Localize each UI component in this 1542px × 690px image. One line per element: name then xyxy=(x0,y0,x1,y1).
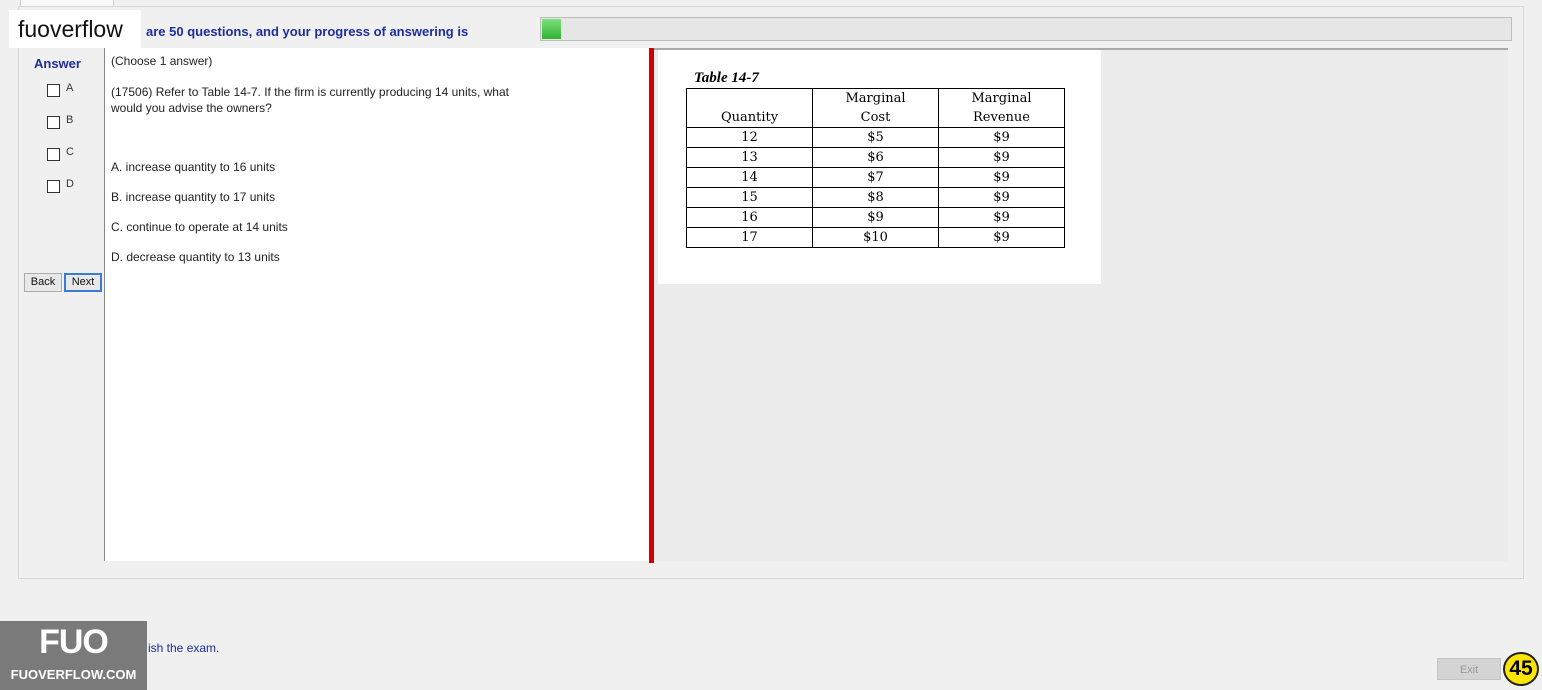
table-header-row: Quantity Marginal Cost Marginal Revenue xyxy=(686,88,1065,128)
question-text: (17506) Refer to Table 14-7. If the firm… xyxy=(111,85,509,115)
checkbox-b[interactable] xyxy=(47,116,60,129)
option-letter-a: A xyxy=(66,81,74,94)
question-answer-a: A. increase quantity to 16 units xyxy=(111,160,276,174)
back-button[interactable]: Back xyxy=(24,273,62,292)
table-caption: Table 14-7 xyxy=(694,70,759,86)
progress-text: are 50 questions, and your progress of a… xyxy=(146,24,469,39)
question-panel xyxy=(104,48,650,561)
header-quantity: Quantity xyxy=(686,88,813,128)
table-cell: 14 xyxy=(686,167,813,188)
table-cell: 16 xyxy=(686,207,813,228)
question-instruction: (Choose 1 answer) xyxy=(111,54,213,68)
answer-option-c[interactable]: C xyxy=(47,145,74,162)
table-cell: $8 xyxy=(812,187,939,208)
header-marginal-revenue: Marginal Revenue xyxy=(938,88,1065,128)
logo-big-text: FUO xyxy=(39,623,109,661)
option-letter-c: C xyxy=(66,145,74,158)
next-button[interactable]: Next xyxy=(64,273,102,292)
table-cell: 12 xyxy=(686,127,813,148)
table-row: 13 $6 $9 xyxy=(686,147,1065,168)
marginal-table: Quantity Marginal Cost Marginal Revenue 12… xyxy=(686,88,1065,248)
option-letter-d: D xyxy=(66,177,74,190)
finish-text: ish the exam. xyxy=(148,641,220,655)
table-row: 17 $10 $9 xyxy=(686,227,1065,248)
answer-title: Answer xyxy=(34,56,81,71)
answer-option-d[interactable]: D xyxy=(47,177,74,194)
progress-fill xyxy=(542,19,562,39)
table-cell: 17 xyxy=(686,227,813,248)
table-cell: $9 xyxy=(938,227,1065,248)
question-answer-c: C. continue to operate at 14 units xyxy=(111,220,288,234)
fuo-logo: FUO FUOVERFLOW.COM xyxy=(0,621,147,690)
table-cell: $5 xyxy=(812,127,939,148)
table-row: 12 $5 $9 xyxy=(686,127,1065,148)
exit-button[interactable]: Exit xyxy=(1437,658,1501,680)
header-marginal-cost: Marginal Cost xyxy=(812,88,939,128)
checkbox-a[interactable] xyxy=(47,84,60,97)
progress-bar xyxy=(540,17,1512,41)
table-cell: $9 xyxy=(938,187,1065,208)
table-cell: $9 xyxy=(938,167,1065,188)
question-answer-b: B. increase quantity to 17 units xyxy=(111,190,276,204)
checkbox-c[interactable] xyxy=(47,148,60,161)
table-row: 16 $9 $9 xyxy=(686,207,1065,228)
table-cell: 15 xyxy=(686,187,813,208)
brand-label: fuoverflow xyxy=(9,10,141,48)
checkbox-d[interactable] xyxy=(47,180,60,193)
table-cell: $9 xyxy=(938,207,1065,228)
table-row: 14 $7 $9 xyxy=(686,167,1065,188)
table-cell: $10 xyxy=(812,227,939,248)
table-cell: $6 xyxy=(812,147,939,168)
table-cell: $9 xyxy=(938,127,1065,148)
answer-option-b[interactable]: B xyxy=(47,113,74,130)
question-answer-d: D. decrease quantity to 13 units xyxy=(111,250,280,264)
option-letter-b: B xyxy=(66,113,74,126)
table-cell: $9 xyxy=(938,147,1065,168)
page-number-badge: 45 xyxy=(1503,652,1539,686)
answer-option-a[interactable]: A xyxy=(47,81,74,98)
table-cell: $9 xyxy=(812,207,939,228)
logo-small-text: FUOVERFLOW.COM xyxy=(10,667,137,682)
table-cell: 13 xyxy=(686,147,813,168)
table-cell: $7 xyxy=(812,167,939,188)
table-row: 15 $8 $9 xyxy=(686,187,1065,208)
